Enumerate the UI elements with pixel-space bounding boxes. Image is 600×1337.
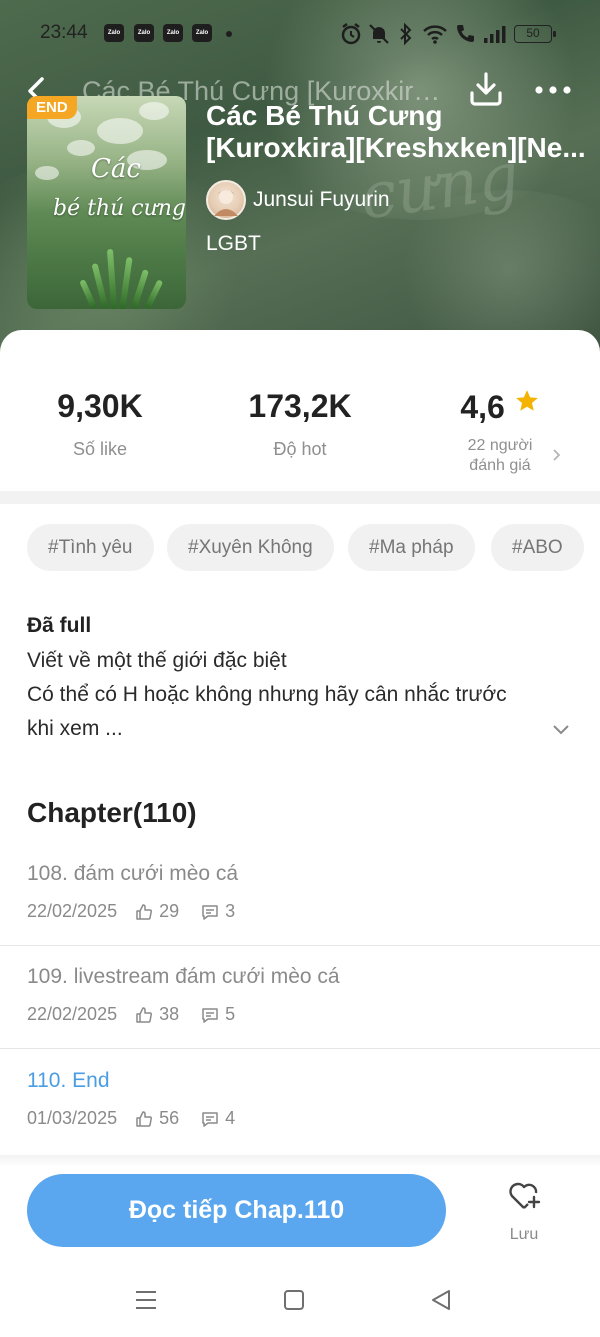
description-title: Đã full <box>27 614 92 637</box>
rating-stat[interactable]: 4,6 <box>400 388 600 426</box>
wifi-calling-icon <box>457 25 474 42</box>
save-label: Lưu <box>509 1226 539 1243</box>
chevron-right-icon[interactable] <box>550 448 562 462</box>
chapter-title: 110. End <box>27 1069 110 1092</box>
book-cover[interactable]: Các bé thú cưng <box>27 96 186 309</box>
row-divider <box>0 1048 600 1049</box>
hot-stat: 173,2K Độ hot <box>200 388 400 460</box>
description-line: Viết về một thế giới đặc biệt <box>27 649 287 672</box>
chapters-heading: Chapter(110) <box>27 797 197 828</box>
chapter-title: 109. livestream đám cưới mèo cá <box>27 965 340 988</box>
rating-value: 4,6 <box>460 389 505 425</box>
chapter-row[interactable]: 109. livestream đám cưới mèo cá 22/02/20… <box>0 965 600 1068</box>
chapter-meta: 22/02/2025 29 3 <box>27 901 235 922</box>
menu-icon[interactable] <box>134 1288 158 1312</box>
chapter-title: 108. đám cưới mèo cá <box>27 862 239 885</box>
back-triangle-icon[interactable] <box>430 1288 452 1312</box>
status-bar: 23:44 Zalo Zalo Zalo Zalo 50 <box>0 18 600 50</box>
home-square-icon[interactable] <box>283 1288 305 1312</box>
battery-indicator: 50 <box>514 25 556 43</box>
hot-label: Độ hot <box>273 439 327 459</box>
chapter-meta: 01/03/2025 56 4 <box>27 1108 235 1129</box>
zalo-notification-icon: Zalo <box>192 24 212 42</box>
hero-header: cưng 23:44 Zalo Zalo Zalo Zalo 50 Các Bé… <box>0 0 600 360</box>
description-line: khi xem ... <box>27 717 123 740</box>
chapter-row[interactable]: 108. đám cưới mèo cá 22/02/2025 29 3 <box>0 862 600 965</box>
chapter-comments: 4 <box>225 1108 236 1128</box>
likes-label: Số like <box>72 439 128 459</box>
more-notifications-dot <box>226 31 232 37</box>
book-title-line1: Các Bé Thú Cưng <box>206 100 443 131</box>
bluetooth-icon <box>400 22 412 46</box>
tag-chip[interactable]: #Ma pháp <box>348 524 475 571</box>
comment-icon <box>202 1111 218 1127</box>
description-line: Có thể có H hoặc không nhưng hãy cân nhắ… <box>27 683 507 706</box>
star-icon <box>515 390 538 411</box>
zalo-notification-icon: Zalo <box>134 24 154 42</box>
row-divider <box>0 945 600 946</box>
book-title: Các Bé Thú Cưng [Kuroxkira][Kreshxken][N… <box>206 100 586 164</box>
chapter-comments: 5 <box>225 1004 236 1024</box>
expand-description-chevron-icon[interactable] <box>552 722 570 736</box>
chapter-likes: 29 <box>159 901 180 921</box>
action-bar-shadow <box>0 1155 600 1167</box>
hot-count: 173,2K <box>248 388 352 424</box>
author-name[interactable]: Junsui Fuyurin <box>253 188 390 212</box>
mute-bell-icon <box>369 24 389 44</box>
chapter-likes: 38 <box>159 1004 180 1024</box>
end-badge: END <box>27 96 77 119</box>
chapter-date: 22/02/2025 <box>27 901 118 921</box>
signal-icon <box>484 26 506 43</box>
heart-plus-icon <box>509 1182 541 1209</box>
likes-count: 9,30K <box>57 388 143 424</box>
chapter-date: 01/03/2025 <box>27 1108 118 1128</box>
wifi-icon <box>423 25 447 44</box>
chapter-date: 22/02/2025 <box>27 1004 118 1024</box>
comment-icon <box>202 904 218 920</box>
zalo-notification-icon: Zalo <box>163 24 183 42</box>
book-title-line2: [Kuroxkira][Kreshxken][Ne... <box>206 132 586 163</box>
thumbs-up-icon <box>136 1110 153 1127</box>
likes-stat: 9,30K Số like <box>0 388 200 460</box>
more-options-button[interactable] <box>534 78 572 102</box>
continue-reading-button[interactable]: Đọc tiếp Chap.110 <box>27 1174 446 1247</box>
rating-count[interactable]: 22 người đánh giá <box>455 436 545 476</box>
chapter-comments: 3 <box>225 901 236 921</box>
tag-chip[interactable]: #Xuyên Không <box>167 524 334 571</box>
cover-title-line2: bé thú cưng <box>53 196 186 221</box>
cover-title-line1: Các <box>91 154 141 184</box>
save-button[interactable]: Lưu <box>494 1180 554 1250</box>
author-avatar[interactable] <box>206 180 246 220</box>
thumbs-up-icon <box>136 1006 153 1023</box>
tag-chip[interactable]: #ABO <box>491 524 584 571</box>
alarm-icon <box>341 23 361 45</box>
tag-chip[interactable]: #Tình yêu <box>27 524 154 571</box>
status-time: 23:44 <box>40 22 88 43</box>
chapter-meta: 22/02/2025 38 5 <box>27 1004 235 1025</box>
system-navigation-bar <box>0 1268 600 1337</box>
section-divider <box>0 491 600 504</box>
chapter-likes: 56 <box>159 1108 180 1128</box>
thumbs-up-icon <box>136 903 153 920</box>
zalo-notification-icon: Zalo <box>104 24 124 42</box>
genre-label[interactable]: LGBT <box>206 232 261 256</box>
comment-icon <box>202 1007 218 1023</box>
avatar-image <box>214 190 238 216</box>
